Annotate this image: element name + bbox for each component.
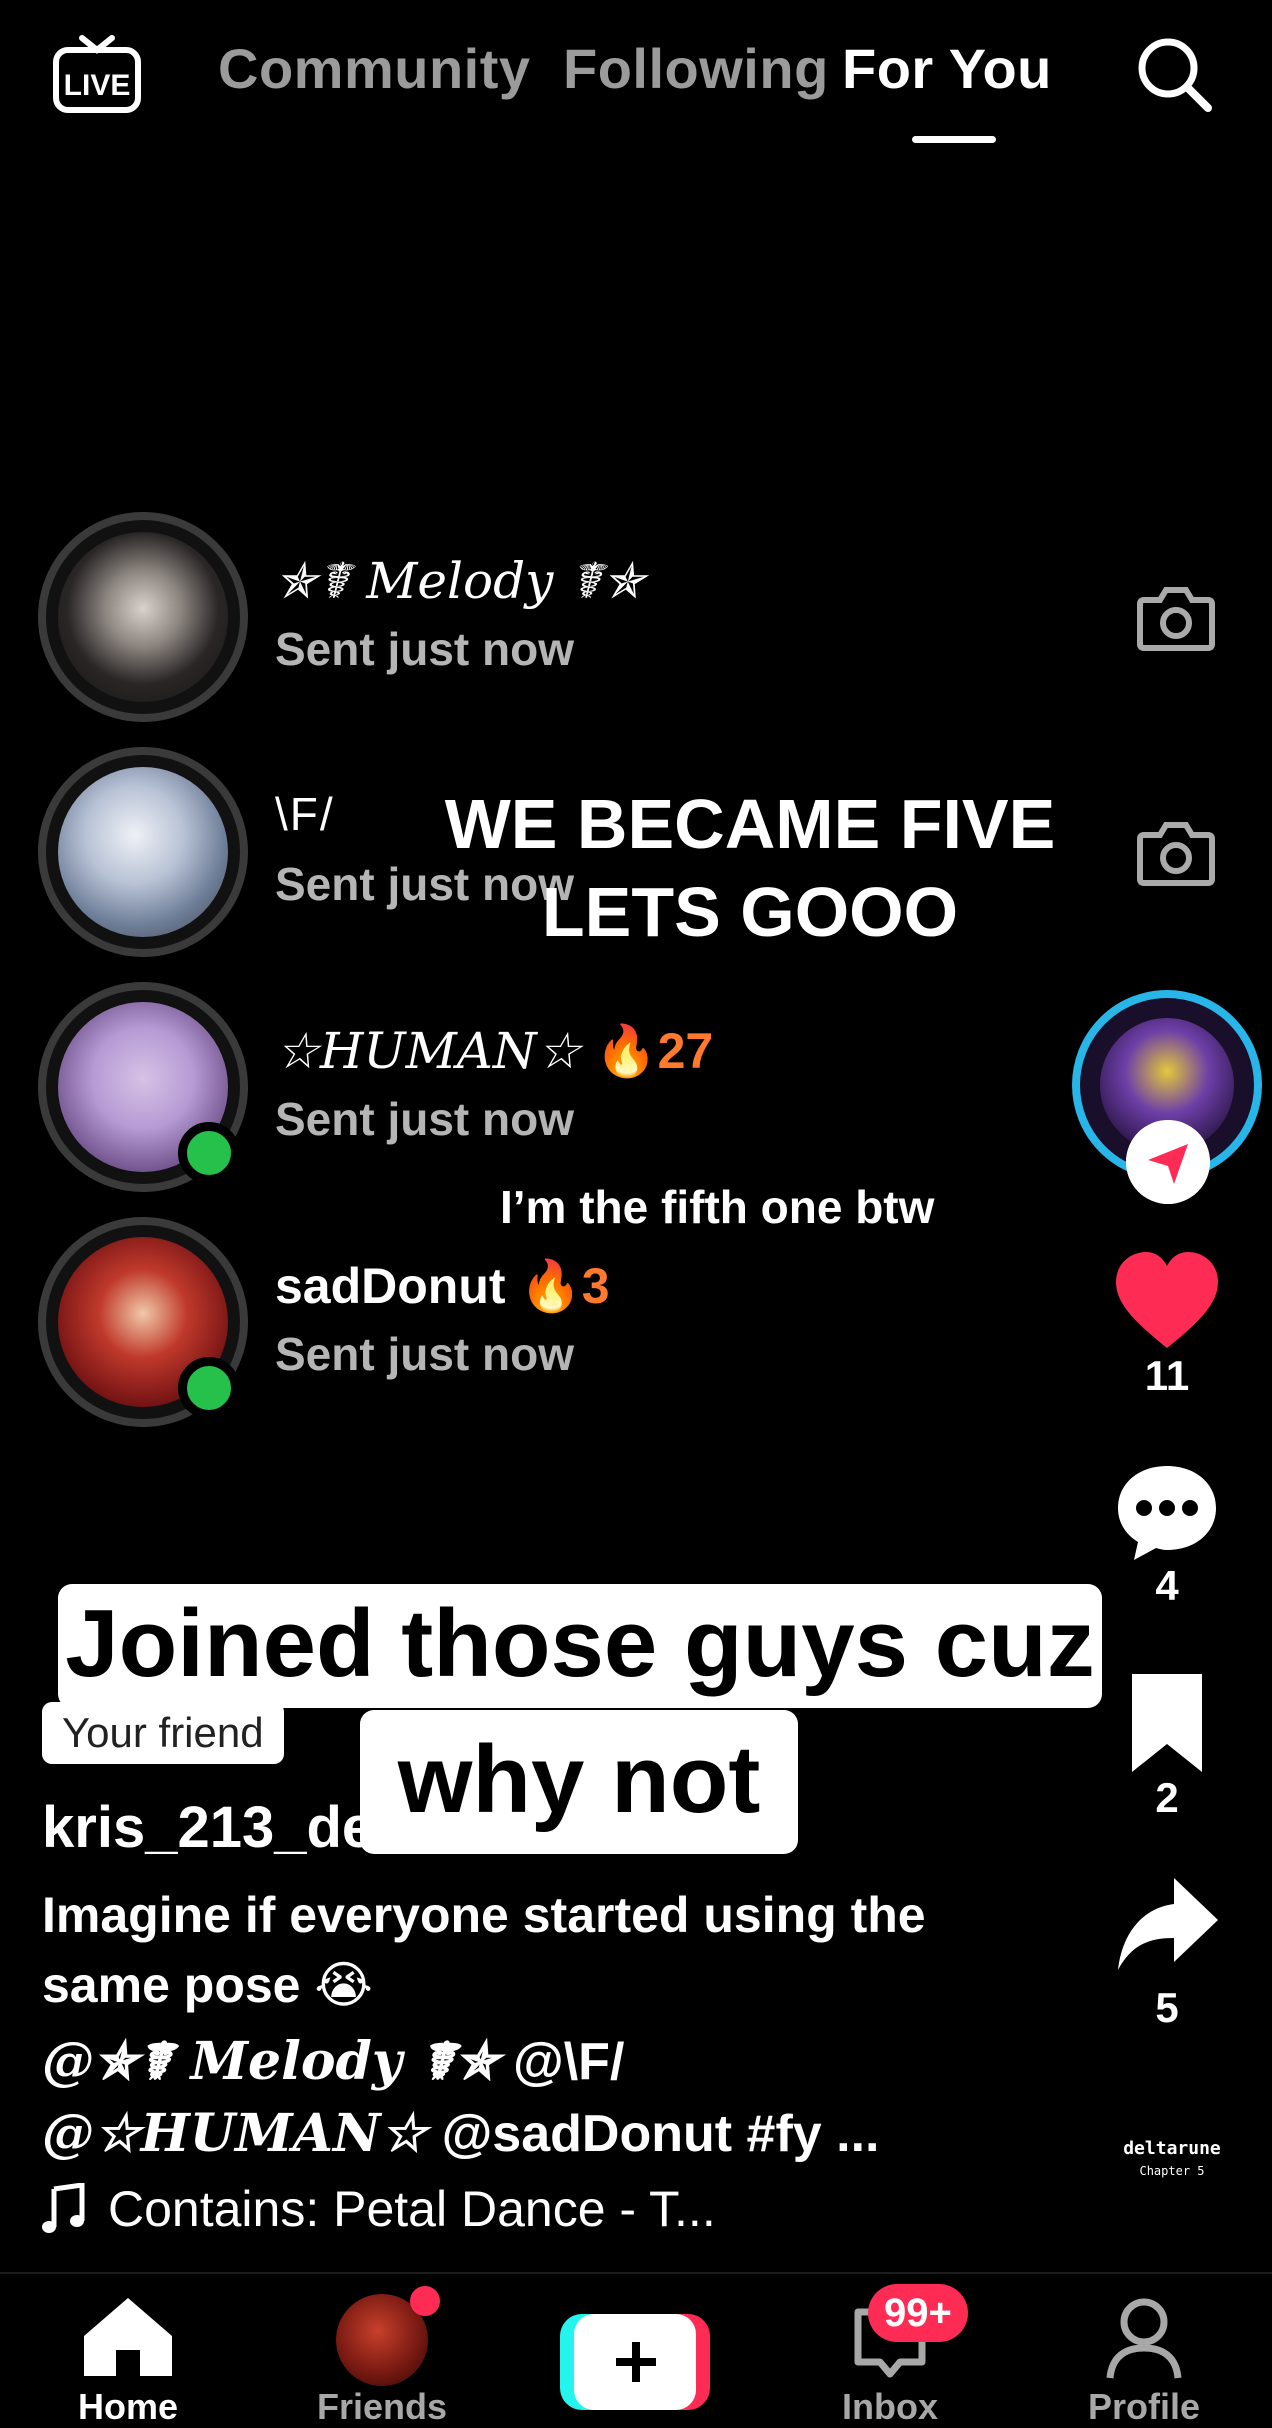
mention-f[interactable]: @\F/ xyxy=(499,2033,624,2091)
nav-inbox-label: Inbox xyxy=(842,2386,938,2427)
inbox-badge: 99+ xyxy=(868,2284,968,2342)
watermark-subtitle: Chapter 5 xyxy=(1139,2164,1205,2178)
chat-status: Sent just now xyxy=(275,623,574,675)
comment-count: 4 xyxy=(1155,1562,1179,1609)
video-overlay-note: I’m the fifth one btw xyxy=(500,1181,935,1233)
caption-line-1: Joined those guys cuz xyxy=(58,1584,1102,1708)
tab-community[interactable]: Community xyxy=(218,36,531,101)
creator-username[interactable]: kris_213_de xyxy=(42,1794,374,1861)
chat-row[interactable]: sadDonut 🔥3 Sent just now xyxy=(0,1217,1272,1427)
comment-icon[interactable] xyxy=(1112,1458,1222,1568)
watermark-logo: deltarune Chapter 5 xyxy=(1112,2138,1232,2182)
nav-profile[interactable]: Profile xyxy=(1044,2274,1244,2428)
like-count: 11 xyxy=(1144,1352,1190,1399)
camera-icon[interactable] xyxy=(1136,817,1216,887)
mention-saddonut-hashtag[interactable]: @sadDonut #fy ... xyxy=(427,2105,880,2163)
mention-melody[interactable]: @✯☤ Melody ☤✯ xyxy=(42,2031,499,2092)
streak-count: 🔥3 xyxy=(519,1258,610,1314)
nav-profile-label: Profile xyxy=(1087,2386,1201,2427)
home-icon xyxy=(84,2298,172,2376)
online-indicator xyxy=(178,1357,240,1419)
bottom-navigation: Home Friends 99+ Inbox Profile xyxy=(0,2272,1272,2428)
heart-icon[interactable] xyxy=(1112,1248,1222,1358)
tab-following[interactable]: Following xyxy=(563,36,829,101)
live-label: LIVE xyxy=(64,69,131,102)
chat-name-text: sadDonut xyxy=(275,1258,506,1314)
share-icon[interactable] xyxy=(1112,1872,1222,1982)
music-note-icon xyxy=(42,2183,85,2233)
chat-name: ✯☤ Melody ☤✯ xyxy=(275,552,645,610)
friend-badge: Your friend xyxy=(42,1702,284,1764)
mentions-line-2: @☆HUMAN☆ @sadDonut #fy ... xyxy=(42,2098,1042,2170)
search-icon[interactable] xyxy=(1134,34,1214,114)
online-indicator xyxy=(178,1122,240,1184)
nav-inbox[interactable]: 99+ Inbox xyxy=(790,2274,990,2428)
watermark-title: deltarune xyxy=(1123,2138,1221,2159)
nav-home-label: Home xyxy=(77,2386,179,2427)
chat-row[interactable]: ✯☤ Melody ☤✯ Sent just now xyxy=(0,512,1272,722)
bookmark-icon[interactable] xyxy=(1112,1668,1222,1778)
avatar[interactable] xyxy=(38,512,248,722)
mention-human[interactable]: @☆HUMAN☆ xyxy=(42,2103,427,2164)
music-title: Contains: Petal Dance - T... xyxy=(108,2181,716,2237)
profile-icon xyxy=(1106,2298,1182,2379)
post-description: Imagine if everyone started using the sa… xyxy=(42,1887,926,2013)
streak-count: 🔥27 xyxy=(595,1023,714,1079)
video-overlay-headline: WE BECAME FIVE LETS GOOO xyxy=(444,785,1056,951)
share-count: 5 xyxy=(1155,1984,1179,2031)
post-mentions[interactable]: @✯☤ Melody ☤✯ @\F/ @☆HUMAN☆ @sadDonut #f… xyxy=(42,2026,1042,2170)
active-tab-indicator xyxy=(912,136,996,143)
create-button[interactable] xyxy=(560,2314,710,2410)
live-icon[interactable]: LIVE xyxy=(52,28,142,114)
caption-line-2: why not xyxy=(360,1710,798,1854)
tab-for-you[interactable]: For You xyxy=(842,36,1052,101)
chat-status: Sent just now xyxy=(275,1328,574,1380)
chat-status: Sent just now xyxy=(275,1093,574,1145)
chat-name: \F/ xyxy=(275,788,335,840)
music-info[interactable]: Contains: Petal Dance - T... xyxy=(42,2180,716,2238)
nav-friends-label: Friends xyxy=(316,2386,448,2427)
nav-home[interactable]: Home xyxy=(28,2274,228,2428)
chat-name: ☆HUMAN☆ 🔥27 xyxy=(275,1022,713,1081)
follow-icon[interactable] xyxy=(1126,1120,1210,1204)
top-navigation: LIVE Community Following For You xyxy=(0,0,1272,150)
chat-name: sadDonut 🔥3 xyxy=(275,1257,610,1316)
mentions-line-1: @✯☤ Melody ☤✯ @\F/ xyxy=(42,2026,1042,2098)
camera-icon[interactable] xyxy=(1136,582,1216,652)
chat-name-text: ☆HUMAN☆ xyxy=(275,1022,582,1080)
avatar[interactable] xyxy=(38,747,248,957)
notification-dot xyxy=(410,2286,440,2316)
bookmark-count: 2 xyxy=(1155,1774,1179,1821)
nav-friends[interactable]: Friends xyxy=(282,2274,482,2428)
